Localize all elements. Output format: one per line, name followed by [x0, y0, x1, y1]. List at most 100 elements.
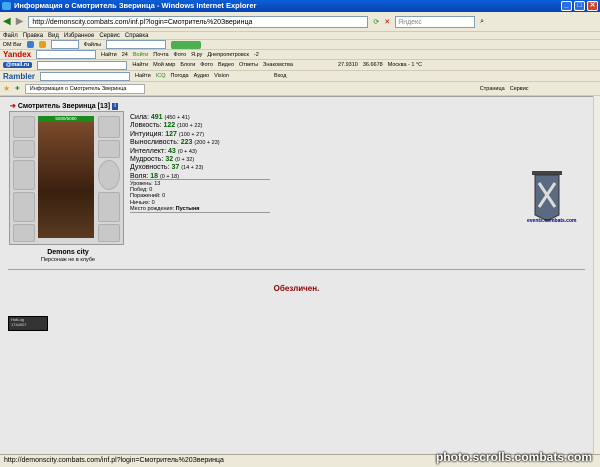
mail-link[interactable]: Почта	[153, 52, 168, 58]
ring-slot[interactable]	[98, 140, 120, 158]
yandex-find-button[interactable]: Найти	[101, 52, 117, 58]
menu-edit[interactable]: Правка	[23, 33, 43, 39]
mail-search-input[interactable]	[37, 60, 128, 70]
add-favorites-icon[interactable]: ✚	[15, 86, 20, 92]
boots-slot[interactable]	[98, 224, 120, 242]
mail-item-answers[interactable]: Ответы	[239, 62, 258, 68]
earrings-slot[interactable]	[98, 116, 120, 138]
ie-icon	[2, 2, 11, 10]
url-input[interactable]: http://demonscity.combats.com/inf.pl?log…	[28, 15, 369, 28]
arrow-icon: ➔	[10, 103, 16, 110]
watermark: photo.scrolls.combats.com	[435, 450, 592, 464]
character-name: Смотритель Зверинца	[17, 103, 96, 110]
divider	[130, 212, 270, 213]
mail-item-photo[interactable]: Фото	[200, 62, 213, 68]
info-icon[interactable]: i	[112, 102, 119, 110]
belt-slot[interactable]	[13, 224, 35, 242]
maximize-button[interactable]: □	[574, 1, 585, 11]
stop-icon[interactable]: ✕	[384, 18, 390, 26]
weather: Москва - 1 °C	[387, 62, 423, 68]
rambler-logo: Rambler	[3, 71, 36, 81]
helmet-slot[interactable]	[13, 116, 35, 138]
yaru-link[interactable]: Я.ру	[191, 52, 202, 58]
weather-link[interactable]: Погода	[171, 73, 189, 79]
tools-menu[interactable]: Сервис	[510, 86, 529, 92]
character-avatar[interactable]	[38, 122, 94, 238]
search-input[interactable]: Яндекс	[395, 15, 476, 28]
mail-item-dating[interactable]: Знакомства	[263, 62, 293, 68]
search-icon[interactable]: ⌕	[480, 18, 484, 26]
mail-item-blogs[interactable]: Блоги	[180, 62, 195, 68]
vision-link[interactable]: Vision	[214, 73, 229, 79]
login-link[interactable]: Вход	[274, 73, 286, 79]
character-name-line: ➔ Смотритель Зверинца [13] i	[10, 102, 119, 110]
files-label[interactable]: Файлы	[84, 42, 101, 48]
yandex-input[interactable]	[36, 50, 97, 59]
menu-file[interactable]: Файл	[3, 33, 18, 39]
gloves-slot[interactable]	[98, 192, 120, 222]
favorites-star-icon[interactable]: ★	[3, 84, 10, 93]
depersonalized-notice: Обезличен.	[273, 284, 320, 293]
photo-link[interactable]: Фото	[174, 52, 187, 58]
club-status: Персонаж не в клубе	[41, 257, 95, 263]
audio-link[interactable]: Аудио	[194, 73, 210, 79]
page-menu[interactable]: Страница	[480, 86, 505, 92]
menu-bar: Файл Правка Вид Избранное Сервис Справка	[0, 32, 600, 40]
vertical-scrollbar[interactable]	[593, 96, 600, 454]
dm-bar-label: DM Bar	[3, 41, 22, 48]
stat-row: Духовность: 37 (14 + 23)	[130, 164, 204, 172]
rambler-input[interactable]	[40, 71, 131, 81]
mail-item-video[interactable]: Видео	[218, 62, 234, 68]
stat-row: Мудрость: 32 (0 + 32)	[130, 156, 195, 164]
character-info: Уровень: 13 Побед: 0 Поражений: 0 Ничьих…	[130, 181, 200, 212]
stat-row: Выносливость: 223 (200 + 23)	[130, 139, 220, 147]
rambler-find-button[interactable]: Найти	[135, 73, 151, 79]
amulet-slot[interactable]	[13, 140, 35, 158]
armor-slot[interactable]	[13, 192, 35, 222]
toolbar-icon[interactable]	[38, 41, 46, 48]
icq-link[interactable]: ICQ	[156, 73, 166, 79]
stat-row: Интуиция: 127 (100 + 27)	[130, 130, 205, 138]
dm-toolbar: DM Bar Файлы	[0, 40, 600, 50]
mail-item-myworld[interactable]: Мой мир	[153, 62, 175, 68]
stat-row: Сила: 491 (450 + 41)	[130, 114, 190, 121]
menu-help[interactable]: Справка	[125, 33, 149, 39]
menu-tools[interactable]: Сервис	[99, 33, 120, 39]
window-titlebar: Информация о Смотритель Зверинца - Windo…	[0, 0, 600, 12]
mailru-logo: @mail.ru	[3, 62, 33, 68]
stat-row: Ловкость: 122 (100 + 22)	[130, 122, 203, 130]
events-link[interactable]: events.combats.com	[527, 218, 576, 224]
section-divider	[8, 269, 585, 270]
menu-view[interactable]: Вид	[48, 33, 59, 39]
back-icon[interactable]: ◀	[3, 16, 11, 27]
weapon-slot[interactable]	[13, 160, 35, 190]
dm-input[interactable]	[50, 40, 79, 49]
stats-list: Сила: 491 (450 + 41) Ловкость: 122 (100 …	[130, 114, 220, 181]
close-button[interactable]: ✕	[587, 1, 598, 11]
page-content: ➔ Смотритель Зверинца [13] i 5080/5080 D…	[0, 96, 593, 454]
menu-favorites[interactable]: Избранное	[64, 33, 94, 39]
city-label: Днепропетровск	[207, 51, 249, 58]
refresh-icon[interactable]: ⟳	[373, 18, 379, 26]
hotlog-counter[interactable]: HotLog 1744007	[8, 316, 48, 331]
temperature: -2	[253, 51, 259, 58]
mail-find-button[interactable]: Найти	[132, 62, 148, 68]
equipment-panel: 5080/5080	[9, 111, 124, 245]
shield-slot[interactable]	[98, 160, 120, 190]
yandex-toolbar: Yandex Найти 24 Войти Почта Фото Я.ру Дн…	[0, 50, 600, 60]
window-title: Информация о Смотритель Зверинца - Windo…	[14, 1, 257, 10]
forward-icon[interactable]: ▶	[16, 16, 24, 27]
dm-select[interactable]	[106, 40, 167, 49]
divider	[130, 179, 270, 180]
clan-name: Demons city	[47, 249, 89, 256]
toolbar-icon[interactable]	[26, 41, 34, 48]
minimize-button[interactable]: _	[561, 1, 572, 11]
usd-rate: 27.9310	[337, 62, 358, 68]
character-level: [13]	[97, 103, 111, 110]
guild-banner-icon[interactable]	[530, 169, 564, 223]
address-bar: ◀ ▶ http://demonscity.combats.com/inf.pl…	[0, 12, 600, 32]
tab-current[interactable]: Информация о Смотритель Зверинца	[24, 83, 145, 94]
yandex-logo: Yandex	[3, 50, 32, 59]
tab-bar: ★ ✚ Информация о Смотритель Зверинца Стр…	[0, 82, 600, 96]
enter-link[interactable]: Войти	[133, 52, 148, 58]
